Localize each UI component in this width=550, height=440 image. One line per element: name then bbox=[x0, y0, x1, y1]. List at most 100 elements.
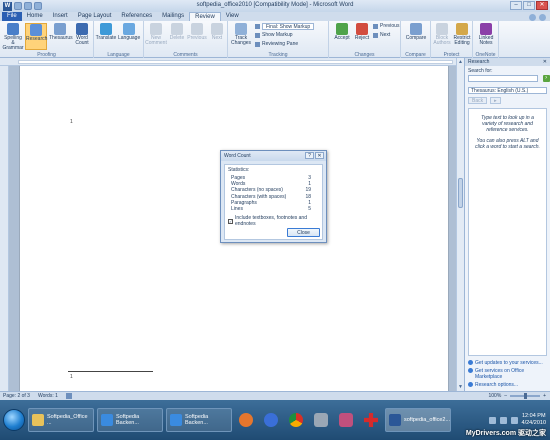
statistics-label: Statistics: bbox=[228, 167, 250, 173]
word-count-dialog: Word Count ? ✕ Statistics: Pages 3 Words 1… bbox=[220, 150, 327, 243]
spelling-icon bbox=[7, 23, 19, 35]
include-textboxes-checkbox[interactable]: ✓ Include textboxes, footnotes and endno… bbox=[228, 215, 319, 227]
tab-home[interactable]: Home bbox=[22, 12, 48, 21]
thesaurus-button[interactable]: Thesaurus bbox=[49, 23, 73, 50]
tray-flag-icon[interactable] bbox=[488, 416, 496, 424]
tab-review[interactable]: Review bbox=[189, 12, 221, 21]
help-icon[interactable] bbox=[539, 14, 546, 21]
track-changes-icon bbox=[235, 23, 247, 35]
scroll-thumb[interactable] bbox=[458, 178, 463, 208]
pinned-utility[interactable] bbox=[310, 408, 332, 432]
tab-mailings[interactable]: Mailings bbox=[157, 12, 189, 21]
research-source-select[interactable]: Thesaurus: English (U.S.) bbox=[468, 87, 547, 94]
pinned-chrome[interactable] bbox=[285, 408, 307, 432]
restrict-editing-button[interactable]: Restrict Editing bbox=[451, 23, 473, 50]
pinned-app[interactable] bbox=[335, 408, 357, 432]
back-button[interactable]: Back bbox=[468, 97, 488, 104]
reject-button[interactable]: Reject bbox=[351, 23, 373, 50]
research-hint-1: Type text to look up in a variety of res… bbox=[481, 115, 534, 133]
close-pane-icon[interactable]: ✕ bbox=[543, 58, 550, 66]
dialog-close-button[interactable]: Close bbox=[287, 228, 320, 237]
research-options-link[interactable]: Research options... bbox=[468, 382, 547, 388]
show-markup-button[interactable]: Show Markup bbox=[255, 32, 293, 39]
next-comment-button[interactable]: Next bbox=[206, 23, 228, 50]
reviewing-pane-button[interactable]: Reviewing Pane bbox=[255, 41, 298, 48]
research-button[interactable]: Research bbox=[25, 23, 47, 50]
scroll-down-icon[interactable]: ▼ bbox=[458, 384, 463, 390]
pinned-player[interactable] bbox=[260, 408, 282, 432]
accept-button[interactable]: Accept bbox=[331, 23, 353, 50]
group-language: Translate Language Language bbox=[94, 21, 144, 58]
page-number-top: 1 bbox=[70, 119, 73, 125]
show-markup-icon bbox=[255, 33, 260, 38]
new-comment-button[interactable]: New Comment bbox=[145, 23, 167, 50]
ie-icon bbox=[170, 414, 182, 426]
block-authors-icon bbox=[436, 23, 448, 35]
system-clock[interactable]: 12:04 PM 4/24/2010 bbox=[522, 413, 546, 427]
language-button[interactable]: Language bbox=[118, 23, 140, 50]
restrict-editing-icon bbox=[456, 23, 468, 35]
taskbar-item-word[interactable]: softpedia_office2... bbox=[385, 408, 451, 432]
scroll-up-icon[interactable]: ▲ bbox=[458, 59, 463, 65]
tab-view[interactable]: View bbox=[221, 12, 244, 21]
dialog-title-bar[interactable]: Word Count ? ✕ bbox=[221, 151, 326, 161]
zoom-in-icon[interactable]: + bbox=[543, 393, 546, 399]
previous-change-button[interactable]: Previous bbox=[373, 23, 399, 30]
linked-notes-button[interactable]: Linked Notes bbox=[475, 23, 497, 50]
zoom-level[interactable]: 100% bbox=[489, 393, 502, 399]
page-count-status[interactable]: Page: 2 of 3 bbox=[3, 393, 30, 399]
translate-button[interactable]: Translate bbox=[95, 23, 117, 50]
word-count-button[interactable]: Word Count bbox=[71, 23, 93, 50]
dialog-close-x-button[interactable]: ✕ bbox=[315, 152, 324, 159]
watermark-text: MyDrivers.com 驱动之家 bbox=[465, 430, 546, 437]
taskbar-item-ie-2[interactable]: Softpedia Backen... bbox=[166, 408, 232, 432]
spelling-grammar-button[interactable]: Spelling & Grammar bbox=[2, 23, 24, 51]
delete-comment-button[interactable]: Delete bbox=[166, 23, 188, 50]
block-authors-button[interactable]: Block Authors bbox=[431, 23, 453, 50]
tray-network-icon[interactable] bbox=[499, 416, 507, 424]
dialog-help-button[interactable]: ? bbox=[305, 152, 314, 159]
zoom-out-icon[interactable]: – bbox=[504, 393, 507, 399]
updates-icon bbox=[468, 360, 473, 365]
title-bar: W softpedia_office2010 [Compatibility Mo… bbox=[0, 0, 550, 12]
group-tracking: Track Changes Final: Show Markup Show Ma… bbox=[228, 21, 329, 58]
display-review-icon bbox=[255, 24, 260, 29]
close-window-button[interactable]: ✕ bbox=[536, 1, 548, 10]
tab-page-layout[interactable]: Page Layout bbox=[73, 12, 117, 21]
proofing-status-icon[interactable] bbox=[65, 393, 72, 399]
group-proofing: Spelling & Grammar Research Thesaurus Wo… bbox=[0, 21, 94, 58]
tab-insert[interactable]: Insert bbox=[48, 12, 73, 21]
vertical-ruler[interactable] bbox=[0, 66, 9, 391]
checkbox-check-icon[interactable]: ✓ bbox=[228, 218, 233, 224]
pinned-firefox[interactable] bbox=[235, 408, 257, 432]
previous-comment-button[interactable]: Previous bbox=[186, 23, 208, 50]
maximize-button[interactable]: □ bbox=[523, 1, 535, 10]
zoom-slider[interactable] bbox=[510, 393, 541, 399]
group-changes: Accept Reject Previous Next Changes bbox=[329, 21, 401, 58]
minimize-button[interactable]: – bbox=[510, 1, 522, 10]
horizontal-ruler[interactable] bbox=[0, 58, 463, 66]
tray-volume-icon[interactable] bbox=[510, 416, 518, 424]
start-button[interactable] bbox=[3, 409, 25, 431]
track-changes-button[interactable]: Track Changes bbox=[230, 23, 252, 50]
forward-button[interactable]: ▸ bbox=[490, 97, 501, 104]
next-change-button[interactable]: Next bbox=[373, 32, 390, 39]
get-updates-link[interactable]: Get updates to your services... bbox=[468, 360, 547, 366]
taskbar-item-explorer[interactable]: Softpedia_Office ... bbox=[28, 408, 94, 432]
word-count-status[interactable]: Words: 1 bbox=[38, 393, 58, 399]
pinned-aid[interactable] bbox=[360, 408, 382, 432]
vertical-scrollbar[interactable]: ▲ ▼ bbox=[456, 58, 464, 391]
compare-button[interactable]: Compare bbox=[405, 23, 427, 50]
previous-change-icon bbox=[373, 24, 378, 29]
taskbar-item-ie-1[interactable]: Softpedia Backen... bbox=[97, 408, 163, 432]
start-search-icon[interactable]: › bbox=[542, 75, 550, 82]
ribbon-collapse-icon[interactable] bbox=[529, 14, 536, 21]
reviewing-pane-icon bbox=[255, 42, 260, 47]
page-number-bottom: 1 bbox=[70, 374, 73, 380]
research-search-input[interactable] bbox=[468, 75, 538, 82]
display-for-review-select[interactable]: Final: Show Markup bbox=[255, 23, 315, 30]
player-icon bbox=[264, 413, 278, 427]
tab-references[interactable]: References bbox=[116, 12, 157, 21]
office-marketplace-link[interactable]: Get services on Office Marketplace bbox=[468, 368, 547, 380]
tab-file[interactable]: File bbox=[2, 12, 22, 21]
